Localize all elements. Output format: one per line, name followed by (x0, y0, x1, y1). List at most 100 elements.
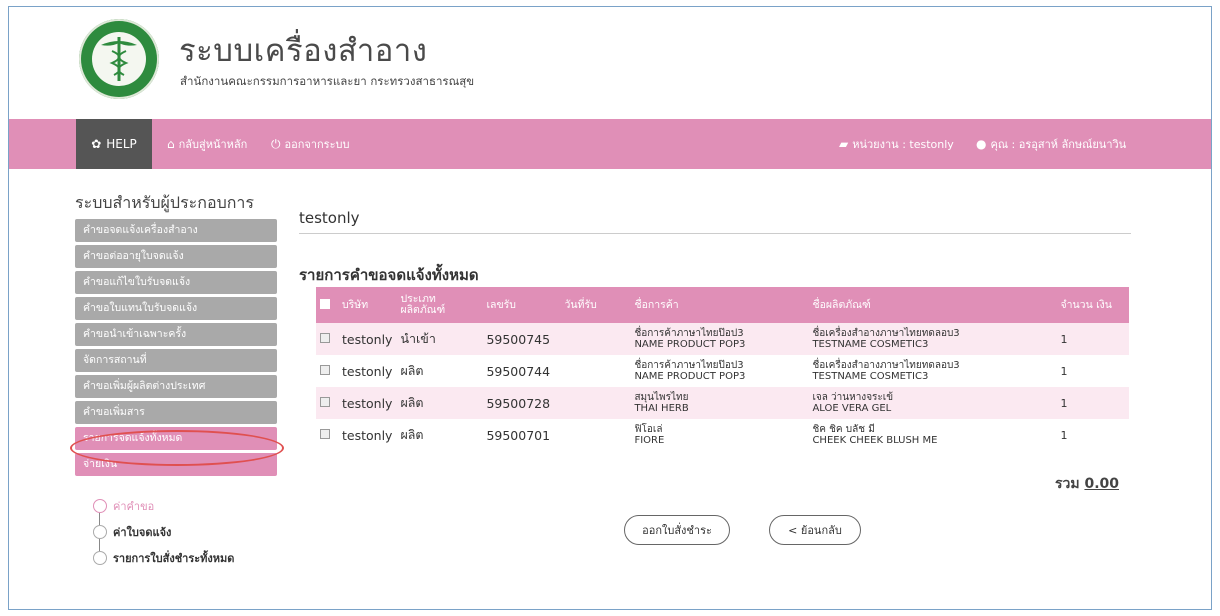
unit-link[interactable]: ▰ หน่วยงาน : testonly (839, 119, 954, 169)
sidebar-item-edit[interactable]: คำขอแก้ไขใบรับจดแจ้ง (75, 271, 277, 294)
cell-type: ผลิต (396, 419, 483, 451)
col-date[interactable]: วันที่รับ (560, 287, 631, 323)
cell-type: ผลิต (396, 387, 483, 419)
issue-invoice-button[interactable]: ออกใบสั่งชำระ (624, 515, 730, 545)
notifications-table: บริษัท ประเภท ผลิตภัณฑ์ เลขรับ วันที่รับ… (316, 287, 1129, 451)
row-checkbox-cell (316, 419, 338, 451)
col-amount[interactable]: จำนวน เงิน (1056, 287, 1129, 323)
product-name-th: เจล ว่านหางจระเข้ (812, 392, 894, 403)
header: ระบบเครื่องสำอาง สำนักงานคณะกรรมการอาหาร… (9, 7, 1211, 119)
table-row[interactable]: testonly นำเข้า 59500745 ชื่อการค้าภาษาไ… (316, 323, 1129, 355)
row-checkbox[interactable] (320, 428, 330, 439)
table-header-row: บริษัท ประเภท ผลิตภัณฑ์ เลขรับ วันที่รับ… (316, 287, 1129, 323)
total-value[interactable]: 0.00 (1084, 476, 1119, 492)
cell-company: testonly (338, 419, 397, 451)
product-name-en: TESTNAME COSMETIC3 (812, 339, 929, 350)
row-checkbox[interactable] (320, 332, 330, 343)
step-circle-icon (93, 525, 107, 539)
cell-number: 59500701 (482, 419, 561, 451)
gear-icon: ✿ (91, 137, 102, 151)
table-row[interactable]: testonly ผลิต 59500744 ชื่อการค้าภาษาไทย… (316, 355, 1129, 387)
col-trade-name[interactable]: ชื่อการค้า (630, 287, 809, 323)
sidebar-item-cosmetic-notification[interactable]: คำขอจดแจ้งเครื่องสำอาง (75, 219, 277, 242)
table-row[interactable]: testonly ผลิต 59500728 สมุนไพรไทย THAI HE… (316, 387, 1129, 419)
unit-label: หน่วยงาน : testonly (852, 138, 954, 151)
cell-amount: 1 (1056, 387, 1129, 419)
col-number[interactable]: เลขรับ (482, 287, 561, 323)
cell-trade-name: สมุนไพรไทย THAI HERB (630, 387, 809, 419)
step-circle-icon (93, 551, 107, 565)
col-product-name[interactable]: ชื่อผลิตภัณฑ์ (808, 287, 1057, 323)
home-icon: ⌂ (167, 137, 175, 151)
cell-product-name: ชื่อเครื่องสำอางภาษาไทยทดลอบ3 TESTNAME CO… (808, 355, 1057, 387)
home-link[interactable]: ⌂ กลับสู่หน้าหลัก (167, 119, 247, 169)
sidebar-item-foreign-manufacturer[interactable]: คำขอเพิ่มผู้ผลิตต่างประเทศ (75, 375, 277, 398)
product-name-th: ชิค ชิค บลัช มี (812, 424, 875, 435)
sidebar-item-import[interactable]: คำขอนำเข้าเฉพาะครั้ง (75, 323, 277, 346)
cell-product-name: ชิค ชิค บลัช มี CHEEK CHEEK BLUSH ME (808, 419, 1057, 451)
row-checkbox[interactable] (320, 364, 330, 375)
step-label: ค่าคำขอ (113, 500, 155, 513)
step-all-invoices[interactable]: รายการใบสั่งชำระทั้งหมด (93, 545, 234, 571)
product-name-th: ชื่อเครื่องสำอางภาษาไทยทดลอบ3 (812, 360, 960, 371)
sidebar-item-add-substance[interactable]: คำขอเพิ่มสาร (75, 401, 277, 424)
sidebar-menu: คำขอจดแจ้งเครื่องสำอาง คำขอต่ออายุใบจดแจ… (75, 219, 277, 479)
user-icon: ● (976, 137, 987, 151)
sidebar-item-all-notifications[interactable]: รายการจดแจ้งทั้งหมด (75, 427, 277, 450)
cell-number: 59500744 (482, 355, 561, 387)
product-name-en: TESTNAME COSMETIC3 (812, 371, 929, 382)
trade-name-th: สมุนไพรไทย (634, 392, 689, 403)
cell-company: testonly (338, 323, 397, 355)
cell-amount: 1 (1056, 323, 1129, 355)
help-button[interactable]: ✿ HELP (76, 119, 152, 169)
product-name-th: ชื่อเครื่องสำอางภาษาไทยทดลอบ3 (812, 328, 960, 339)
power-icon: ⏻ (271, 136, 281, 151)
cell-company: testonly (338, 387, 397, 419)
product-name-en: CHEEK CHEEK BLUSH ME (812, 435, 938, 446)
table-row[interactable]: testonly ผลิต 59500701 ฟิโอเล่ FIORE ชิค … (316, 419, 1129, 451)
row-checkbox[interactable] (320, 396, 330, 407)
user-link[interactable]: ● คุณ : อรอุสาห์ ลักษณ์ยนาวิน (976, 119, 1126, 169)
col-company[interactable]: บริษัท (338, 287, 397, 323)
row-checkbox-cell (316, 355, 338, 387)
divider (299, 233, 1131, 234)
app-frame: ระบบเครื่องสำอาง สำนักงานคณะกรรมการอาหาร… (8, 6, 1212, 610)
cell-date (560, 419, 631, 451)
cell-type: นำเข้า (396, 323, 483, 355)
cell-date (560, 323, 631, 355)
cell-trade-name: ฟิโอเล่ FIORE (630, 419, 809, 451)
cell-type: ผลิต (396, 355, 483, 387)
trade-name-en: FIORE (634, 435, 665, 446)
app-subtitle: สำนักงานคณะกรรมการอาหารและยา กระทรวงสาธา… (180, 74, 475, 88)
trade-name-en: NAME PRODUCT POP3 (634, 339, 746, 350)
step-request-fee[interactable]: ค่าคำขอ (93, 493, 234, 525)
org-title: testonly (299, 209, 360, 227)
step-certificate-fee[interactable]: ค่าใบจดแจ้ง (93, 519, 234, 551)
home-label: กลับสู่หน้าหลัก (178, 138, 248, 151)
cell-product-name: เจล ว่านหางจระเข้ ALOE VERA GEL (808, 387, 1057, 419)
step-label: รายการใบสั่งชำระทั้งหมด (113, 552, 235, 565)
fda-logo (79, 19, 159, 99)
sidebar-item-payment[interactable]: จ่ายเงิน (75, 453, 277, 476)
back-button[interactable]: < ย้อนกลับ (769, 515, 861, 545)
sidebar-item-replacement[interactable]: คำขอใบแทนใบรับจดแจ้ง (75, 297, 277, 320)
total-summary: รวม 0.00 (1055, 473, 1119, 495)
cell-date (560, 387, 631, 419)
cell-date (560, 355, 631, 387)
trade-name-th: ชื่อการค้าภาษาไทยป๊อป3 (634, 328, 744, 339)
select-all-checkbox[interactable] (320, 298, 330, 309)
sidebar-item-places[interactable]: จัดการสถานที่ (75, 349, 277, 372)
app-title: ระบบเครื่องสำอาง (179, 33, 428, 69)
sidebar-heading: ระบบสำหรับผู้ประกอบการ (75, 193, 254, 212)
help-label: HELP (106, 137, 137, 151)
product-name-en: ALOE VERA GEL (812, 403, 892, 414)
sidebar-item-renewal[interactable]: คำขอต่ออายุใบจดแจ้ง (75, 245, 277, 268)
step-label: ค่าใบจดแจ้ง (113, 526, 172, 539)
step-circle-icon (93, 499, 107, 513)
trade-name-en: NAME PRODUCT POP3 (634, 371, 746, 382)
col-type[interactable]: ประเภท ผลิตภัณฑ์ (396, 287, 483, 323)
cell-number: 59500745 (482, 323, 561, 355)
logout-link[interactable]: ⏻ ออกจากระบบ (271, 119, 349, 169)
trade-name-th: ฟิโอเล่ (634, 424, 663, 435)
logout-label: ออกจากระบบ (284, 138, 350, 151)
